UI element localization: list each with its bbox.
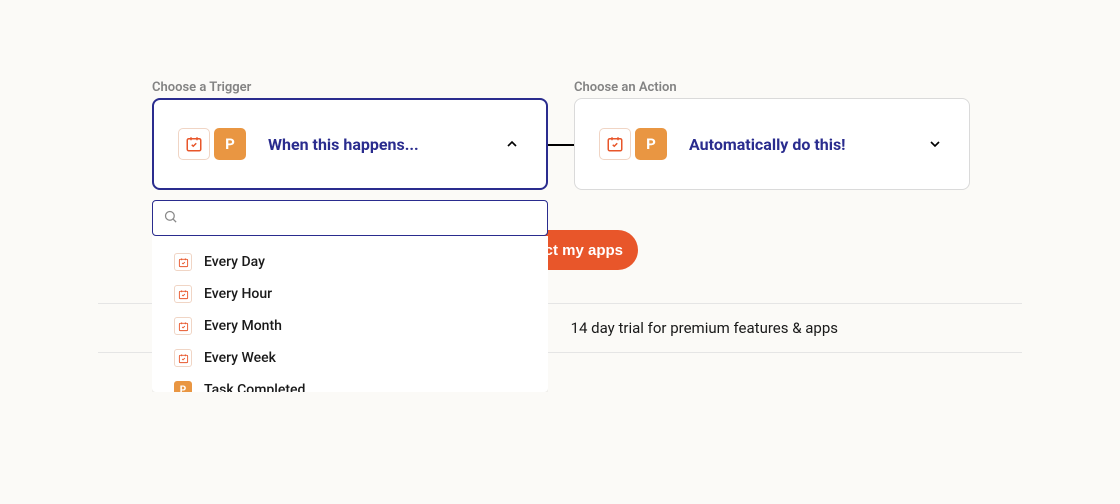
calendar-icon [599,128,631,160]
calendar-icon [174,317,192,335]
trigger-option-label: Every Month [204,318,282,334]
trigger-card[interactable]: P When this happens... [152,98,548,190]
search-input[interactable] [186,210,537,226]
trigger-card-text: When this happens... [268,135,502,154]
chevron-up-icon [502,134,522,154]
calendar-icon [174,285,192,303]
trigger-option-label: Every Day [204,254,265,270]
action-label: Choose an Action [574,80,677,95]
trigger-option[interactable]: Every Week [152,342,548,374]
action-app-icons: P [599,128,667,160]
calendar-icon [174,349,192,367]
action-card[interactable]: P Automatically do this! [574,98,970,190]
search-box[interactable] [152,200,548,236]
action-card-text: Automatically do this! [689,135,925,154]
trigger-option[interactable]: Every Hour [152,278,548,310]
trigger-app-icons: P [178,128,246,160]
search-icon [163,209,178,228]
trigger-option-label: Task Completed [204,382,305,392]
calendar-icon [178,128,210,160]
app-p-icon: P [174,381,192,392]
trigger-option-label: Every Hour [204,286,272,302]
trigger-option-label: Every Week [204,350,276,366]
trigger-option[interactable]: P Task Completed [152,374,548,392]
trigger-dropdown: Every Day Every Hour Every Month Every Week… [152,236,548,392]
trigger-option[interactable]: Every Day [152,246,548,278]
connector-line [548,144,574,146]
trigger-label: Choose a Trigger [152,80,251,95]
chevron-down-icon [925,134,945,154]
app-p-icon: P [214,128,246,160]
calendar-icon [174,253,192,271]
app-p-icon: P [635,128,667,160]
trigger-option[interactable]: Every Month [152,310,548,342]
